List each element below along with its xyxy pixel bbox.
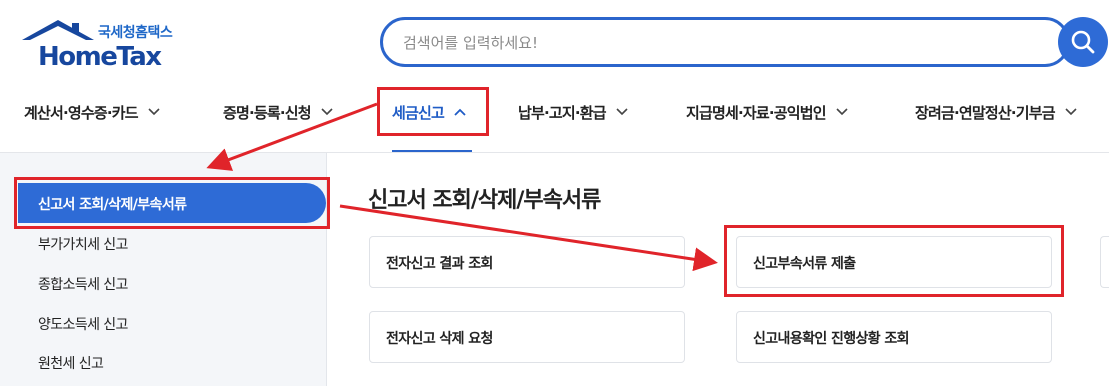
arrow-nav-to-sidebar [206,102,378,171]
hometax-page: 국세청홈택스 HomeTax 계산서·영수증·카드 증명·등록·신청 세금신고 … [0,0,1109,386]
annotation-arrows [206,102,718,272]
arrow-sidebar-to-card [339,204,718,272]
